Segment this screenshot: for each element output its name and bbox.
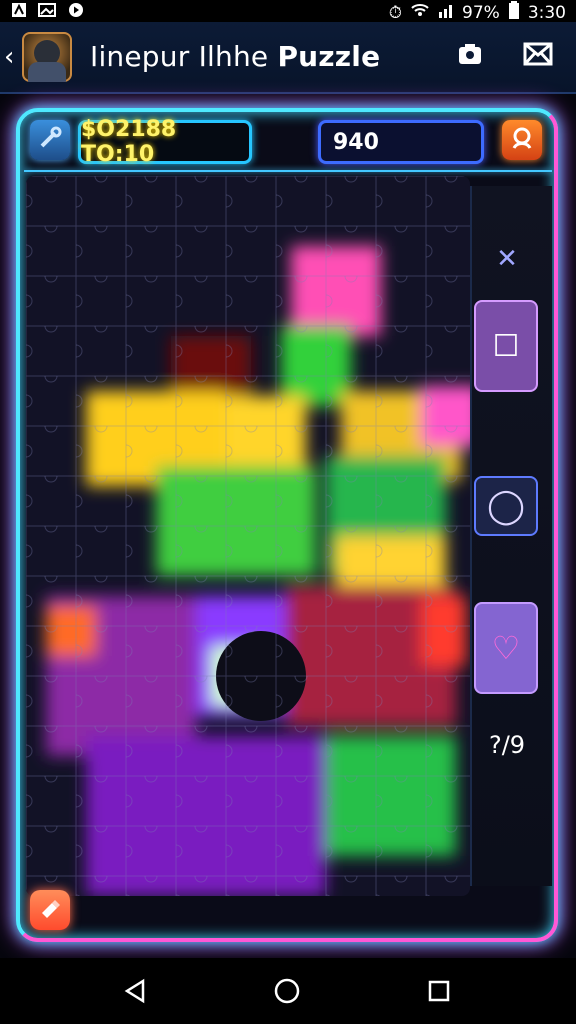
signal-icon: [438, 2, 454, 23]
battery-level: 97%: [462, 2, 500, 23]
wifi-icon: [410, 2, 430, 23]
nav-back-button[interactable]: [120, 976, 150, 1006]
back-icon[interactable]: ‹: [4, 42, 14, 72]
puzzle-canvas[interactable]: [26, 176, 470, 896]
envelope-icon: [523, 41, 553, 71]
camera-icon: [456, 40, 484, 72]
tray-glyph-4: ♡: [491, 629, 521, 667]
hud-divider: [24, 170, 552, 172]
image-icon: [38, 2, 56, 18]
tray-item-5[interactable]: ?/9: [480, 716, 534, 774]
nav-recents-button[interactable]: [424, 976, 454, 1006]
tool-button[interactable]: [30, 120, 70, 160]
piece-tray: ✕ ☐ ◯ ♡ ?/9: [470, 186, 552, 886]
battery-icon: [508, 1, 520, 24]
tray-glyph-2: ☐: [492, 328, 520, 364]
notification-icon: [10, 2, 28, 18]
tray-item-1[interactable]: ✕: [480, 230, 534, 288]
tray-glyph-5: ?/9: [488, 731, 526, 759]
puzzle-board[interactable]: [26, 176, 470, 896]
eraser-icon: [37, 895, 63, 925]
clock: 3:30: [527, 2, 566, 23]
tray-item-2[interactable]: ☐: [474, 300, 538, 392]
tray-glyph-3: ◯: [486, 486, 526, 526]
score-display: 940: [318, 120, 484, 164]
nav-home-button[interactable]: [272, 976, 302, 1006]
title-part-1: Iinepur: [90, 40, 190, 73]
profile-icon: [509, 125, 535, 155]
square-recents-icon: [428, 980, 450, 1002]
page-title: Iinepur Ilhhe Puzzle: [90, 40, 380, 73]
tray-glyph-1: ✕: [496, 244, 518, 274]
status-icons-left: [10, 2, 84, 18]
camera-button[interactable]: [452, 38, 488, 74]
circle-home-icon: [274, 978, 300, 1004]
timer-display: $O2188 TO:10: [78, 117, 252, 167]
status-icons-right: ⏱ 97% 3:30: [389, 1, 566, 24]
triangle-back-icon: [124, 978, 145, 1004]
title-part-3: Puzzle: [277, 40, 381, 73]
system-nav-bar: [0, 958, 576, 1024]
tray-item-4[interactable]: ♡: [474, 602, 538, 694]
alarm-icon: ⏱: [388, 2, 403, 23]
tray-item-3[interactable]: ◯: [474, 476, 538, 536]
eraser-button[interactable]: [30, 890, 70, 930]
status-bar: ⏱ 97% 3:30: [0, 0, 576, 24]
avatar[interactable]: [22, 32, 72, 82]
title-part-2: Ilhhe: [198, 40, 269, 73]
wrench-icon: [37, 125, 63, 155]
mail-button[interactable]: [520, 38, 556, 74]
app-bar: ‹ Iinepur Ilhhe Puzzle: [0, 22, 576, 94]
profile-button[interactable]: [502, 120, 542, 160]
avatar-body: [28, 62, 66, 82]
youtube-icon: [66, 2, 84, 18]
